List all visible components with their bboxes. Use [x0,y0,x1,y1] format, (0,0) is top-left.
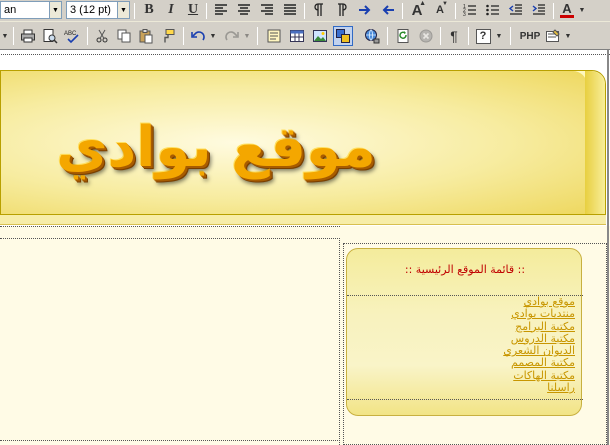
show-paragraph-marks-button[interactable]: ¶ [444,26,464,46]
toolbar-separator [183,27,184,45]
toolbar-separator [553,3,554,19]
font-name-select[interactable]: an [0,1,50,19]
align-right-icon[interactable] [257,0,277,20]
bullet-list-icon[interactable] [483,0,503,20]
font-name-dropdown-icon[interactable]: ▼ [50,1,62,19]
toolbar-separator [510,27,511,45]
toolbar-separator [304,3,305,19]
insert-hyperlink-icon[interactable] [362,26,382,46]
table-border-top [0,226,340,227]
outdent-icon[interactable] [506,0,526,20]
canvas-right-border [607,50,609,445]
italic-button[interactable]: I [161,0,181,20]
stop-icon[interactable] [416,26,436,46]
banner-bottom-strip [0,215,606,225]
header-banner: موقع بوادي [0,70,606,215]
toolbar-separator [387,27,388,45]
toolbar-separator [134,3,135,19]
underline-button[interactable]: U [183,0,203,20]
toolbar-separator [13,27,14,45]
font-name-value: an [4,4,17,16]
menu-divider [347,399,583,400]
align-left-icon[interactable] [211,0,231,20]
menu-link-designer[interactable]: مكتبة المصمم [345,357,575,370]
indent-icon[interactable] [529,0,549,20]
toolbar-separator [455,3,456,19]
help-label: ? [475,28,491,44]
font-color-swatch [560,14,574,18]
insert-image-icon[interactable] [310,26,330,46]
numbered-list-icon[interactable]: 123 [460,0,480,20]
menu-link-contact[interactable]: راسلنا [345,381,575,394]
spell-check-icon[interactable]: ABC [62,26,82,46]
layers-palette-icon[interactable] [333,26,353,46]
insert-table-icon[interactable] [287,26,307,46]
align-center-icon[interactable] [234,0,254,20]
font-size-value: 3 (12 pt) [70,4,111,16]
svg-text:ABC: ABC [64,31,77,37]
toolbar-separator [257,27,258,45]
bold-button[interactable]: B [139,0,159,20]
indent-right-arrow-icon[interactable] [355,0,375,20]
font-grow-button[interactable]: A ▲ [407,0,427,20]
undo-icon[interactable] [188,26,208,46]
redo-dropdown-icon[interactable]: ▼ [242,26,252,46]
toolbar-separator [87,27,88,45]
indent-left-arrow-icon[interactable] [378,0,398,20]
print-icon[interactable] [18,26,38,46]
menu-link-forums[interactable]: منتديات بوادي [345,307,575,320]
menu-title: :: قائمة الموقع الرئيسية :: [404,263,526,276]
undo-dropdown-icon[interactable]: ▼ [208,26,218,46]
copy-icon[interactable] [114,26,134,46]
menu-link-hacks[interactable]: مكتبة الهاكات [345,369,575,382]
paragraph-ltr-icon[interactable] [309,0,329,20]
font-color-label: A [562,0,572,16]
design-canvas[interactable]: موقع بوادي :: قائمة الموقع الرئيسية :: م… [0,50,610,445]
font-shrink-button[interactable]: A ▼ [430,0,450,20]
toolbar-separator [468,27,469,45]
site-logo: موقع بوادي [56,114,376,180]
main-menu-box: :: قائمة الموقع الرئيسية :: موقع بوادي م… [345,248,583,416]
redo-icon[interactable] [222,26,242,46]
toolbar-separator [402,3,403,19]
insert-layer-icon[interactable] [264,26,284,46]
font-size-dropdown-icon[interactable]: ▼ [118,1,130,19]
paste-icon[interactable] [136,26,156,46]
font-color-dropdown-icon[interactable]: ▼ [577,0,587,20]
print-preview-icon[interactable] [40,26,60,46]
cut-icon[interactable] [92,26,112,46]
table-border-bottom [0,440,340,441]
page-properties-icon[interactable] [543,26,563,46]
toolbar-separator [440,27,441,45]
table-border-inner [0,238,340,239]
standard-toolbar: ▼ ABC ▼ ▼ ¶ ? ▼ PHP ▼ [0,22,610,50]
paragraph-rtl-icon[interactable] [332,0,352,20]
help-button[interactable]: ? [473,26,493,46]
banner-edge [585,71,605,214]
layer-boundary [0,54,610,55]
formatting-toolbar: an ▼ 3 (12 pt) ▼ B I U A ▲ A ▼ 123 A ▼ [0,0,610,22]
refresh-icon[interactable] [393,26,413,46]
php-button[interactable]: PHP [518,26,542,46]
toolbar-overflow-icon[interactable]: ▼ [0,26,10,46]
page-properties-dropdown-icon[interactable]: ▼ [563,26,573,46]
table-cell-divider [339,238,340,445]
menu-list: موقع بوادي منتديات بوادي مكتبة البرامج م… [345,295,575,394]
justify-icon[interactable] [280,0,300,20]
help-dropdown-icon[interactable]: ▼ [494,26,504,46]
font-size-select[interactable]: 3 (12 pt) [66,1,118,19]
toolbar-separator [206,3,207,19]
font-color-button[interactable]: A [557,0,577,20]
format-painter-icon[interactable] [158,26,178,46]
svg-text:3: 3 [463,12,466,18]
